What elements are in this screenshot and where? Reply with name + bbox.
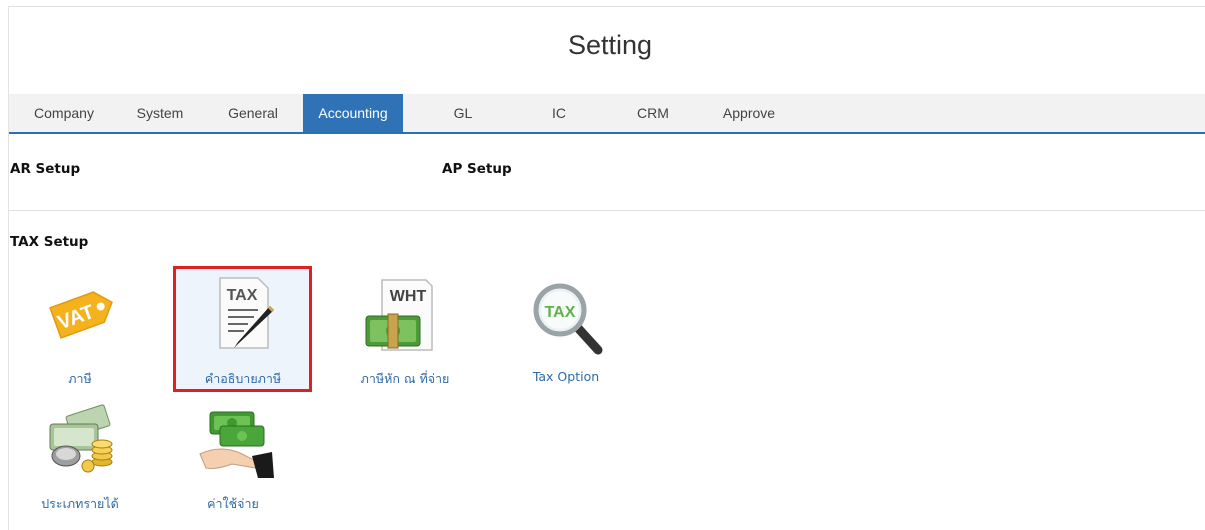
ap-setup-heading: AP Setup — [442, 161, 512, 177]
tax-item-label: ภาษีหัก ณ ที่จ่าย — [360, 371, 450, 386]
tax-item-tax-description[interactable]: TAX คำอธิบายภาษี — [188, 276, 298, 386]
tax-magnifier-icon: TAX — [533, 283, 603, 355]
ar-setup-heading: AR Setup — [10, 161, 81, 177]
page-title: Setting — [567, 30, 653, 60]
tax-item-vat[interactable]: VAT ภาษี — [30, 276, 130, 386]
tax-item-label: ค่าใช้จ่าย — [207, 496, 259, 511]
svg-text:TAX: TAX — [227, 287, 258, 304]
svg-text:TAX: TAX — [545, 304, 576, 321]
tab-company[interactable]: Company — [11, 94, 117, 132]
tax-document-pen-icon: TAX — [219, 277, 274, 349]
tax-item-label: Tax Option — [532, 369, 600, 384]
svg-text:WHT: WHT — [390, 288, 427, 305]
tab-system[interactable]: System — [117, 94, 203, 132]
tax-item-expense[interactable]: ค่าใช้จ่าย — [188, 404, 278, 514]
tab-crm[interactable]: CRM — [613, 94, 693, 132]
section-divider — [9, 210, 1205, 211]
settings-tab-bar: Company System General Accounting GL IC … — [9, 94, 1205, 134]
tab-ic[interactable]: IC — [519, 94, 599, 132]
tax-item-income-type[interactable]: ประเภทรายได้ — [28, 404, 132, 514]
tax-setup-heading: TAX Setup — [10, 234, 89, 250]
tab-approve[interactable]: Approve — [709, 94, 789, 132]
tab-general[interactable]: General — [203, 94, 303, 132]
tab-gl[interactable]: GL — [423, 94, 503, 132]
expense-hand-money-icon — [199, 411, 274, 478]
tax-item-tax-option[interactable]: TAX Tax Option — [516, 276, 616, 386]
tax-item-label: ภาษี — [68, 371, 92, 386]
tab-accounting[interactable]: Accounting — [303, 94, 403, 132]
wht-money-icon: WHT — [365, 279, 433, 351]
income-money-coins-icon — [49, 404, 113, 473]
tax-item-withholding-tax[interactable]: WHT ภาษีหัก ณ ที่จ่าย — [340, 276, 470, 386]
tax-item-label: คำอธิบายภาษี — [204, 371, 282, 386]
tax-item-label: ประเภทรายได้ — [41, 496, 119, 511]
vat-tag-icon: VAT — [49, 291, 113, 339]
